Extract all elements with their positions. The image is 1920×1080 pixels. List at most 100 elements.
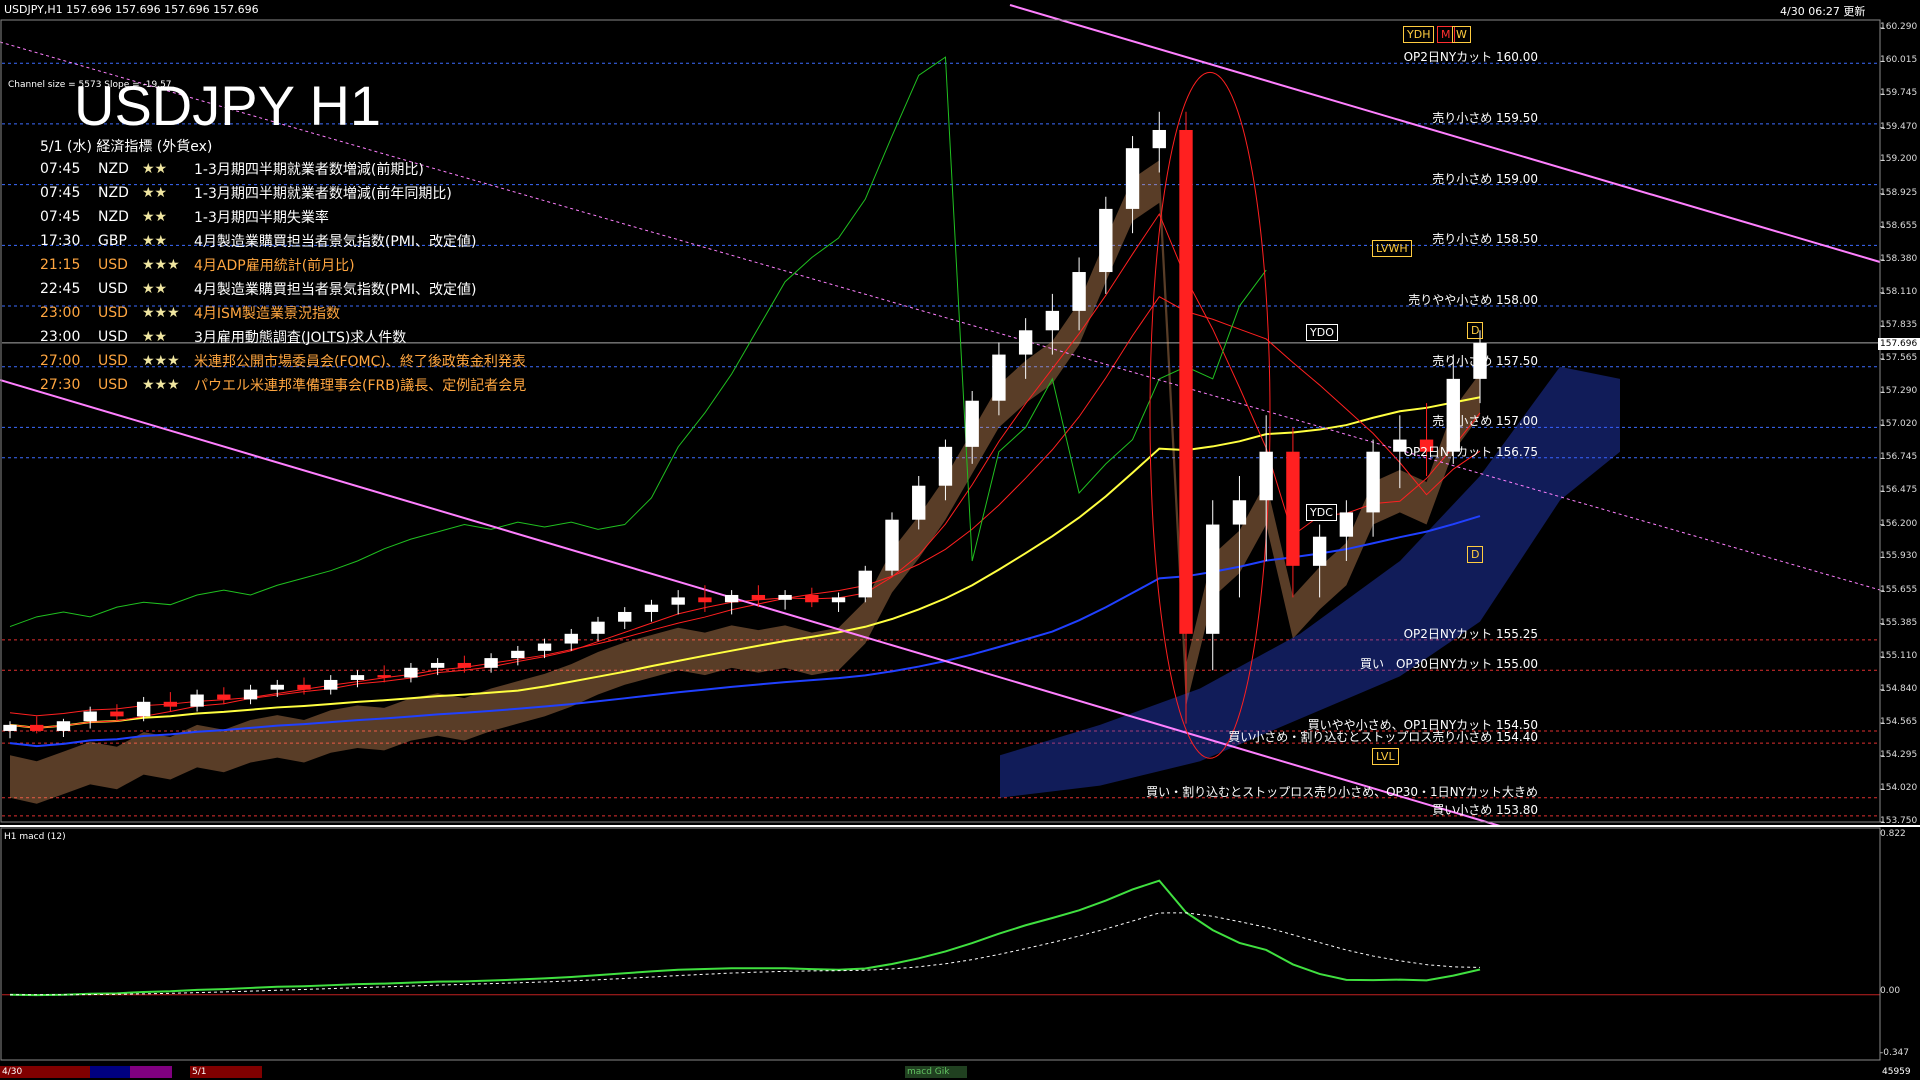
calendar-text: パウエル米連邦準備理事会(FRB)議長、定例記者会見 <box>194 378 527 394</box>
lvwh-tag: LVWH <box>1372 240 1412 257</box>
candle-body <box>217 694 231 700</box>
calendar-stars: ★★ <box>142 185 168 201</box>
candle-body <box>1259 451 1273 501</box>
level-label: 売り小さめ 157.50 <box>1432 353 1538 368</box>
axis-tick-label: 155.930 <box>1880 551 1918 562</box>
axis-tick-label: 160.290 <box>1880 22 1918 32</box>
calendar-stars: ★★ <box>142 233 168 249</box>
candle-body <box>1125 148 1140 209</box>
candle-body <box>537 643 552 651</box>
calendar-stars: ★★★ <box>142 257 180 273</box>
calendar-text: 4月ADP雇用統計(前月比) <box>194 258 355 274</box>
axis-tick-label: 158.655 <box>1880 220 1918 231</box>
macd-tab[interactable]: macd Gik <box>905 1066 967 1078</box>
candle-body <box>324 679 338 690</box>
candle-body <box>297 684 311 690</box>
level-label: 買い OP30日NYカット 155.00 <box>1359 657 1538 672</box>
axis-tick-label: 154.565 <box>1880 717 1918 728</box>
candle-body <box>564 633 578 644</box>
candle-body <box>83 711 97 722</box>
level-label: 買い・割り込むとストップロス売り小さめ、OP30・1日NYカット大きめ <box>1146 784 1538 799</box>
candle-body <box>1179 129 1193 634</box>
macd-line <box>9 879 1481 997</box>
axis-tick-label: 155.110 <box>1880 650 1918 661</box>
calendar-stars: ★★★ <box>142 353 180 369</box>
level-label: 売りやや小さめ 158.00 <box>1408 293 1538 308</box>
calendar-cur: USD <box>98 353 128 369</box>
calendar-time: 27:30 <box>40 377 81 393</box>
candle-body <box>350 675 365 680</box>
candle-body <box>965 400 979 447</box>
calendar-time: 07:45 <box>40 209 81 225</box>
calendar-heading: 5/1 (水) 経済指標 (外貨ex) <box>40 139 213 155</box>
date-segment-2[interactable]: 5/1 <box>190 1066 262 1078</box>
calendar-cur: NZD <box>98 185 129 201</box>
macd-pane <box>2 879 1880 997</box>
axis-tick-label: 158.110 <box>1880 286 1918 297</box>
level-label: OP2日NYカット 160.00 <box>1403 50 1538 65</box>
calendar-text: 1-3月期四半期就業者数増減(前年同期比) <box>194 186 452 202</box>
week-tag: W <box>1452 26 1471 43</box>
axis-tick-label: 154.295 <box>1880 749 1918 760</box>
candle-body <box>404 667 418 678</box>
candle-body <box>992 354 1006 401</box>
calendar-time: 17:30 <box>40 233 81 249</box>
current-price-box: 157.696 <box>1878 338 1920 350</box>
candle-body <box>1072 272 1086 311</box>
axis-tick-label: 158.380 <box>1880 253 1918 264</box>
level-label: 売り小さめ 157.00 <box>1432 414 1538 429</box>
calendar-row: 22:45 USD ★★ 4月製造業購買担当者景気指数(PMI、改定値) <box>40 278 476 300</box>
level-label: 買い小さめ・割り込むとストップロス売り小さめ 154.40 <box>1228 730 1538 745</box>
calendar-stars: ★★★ <box>142 305 180 321</box>
calendar-cur: NZD <box>98 209 129 225</box>
macd-signal-line <box>9 912 1481 996</box>
axis-tick-label: 157.835 <box>1880 320 1918 331</box>
calendar-cur: USD <box>98 281 128 297</box>
axis-tick-label: 159.470 <box>1880 121 1918 132</box>
calendar-time: 22:45 <box>40 281 81 297</box>
candle-body <box>805 594 819 603</box>
level-label: OP2日NYカット 156.75 <box>1403 444 1538 459</box>
ydc-tag: YDC <box>1306 504 1337 521</box>
candle-body <box>243 689 258 700</box>
update-timestamp: 4/30 06:27 更新 <box>1780 5 1866 18</box>
calendar-cur: NZD <box>98 161 129 177</box>
candle-body <box>110 711 124 717</box>
candle-body <box>618 611 632 622</box>
calendar-time: 23:00 <box>40 329 81 345</box>
candle-body <box>163 701 178 707</box>
candle-body <box>1152 129 1166 149</box>
axis-tick-label: 154.840 <box>1880 683 1918 694</box>
axis-tick-label: 156.200 <box>1880 518 1918 529</box>
calendar-row: 27:00 USD ★★★ 米連邦公開市場委員会(FOMC)、終了後政策金利発表 <box>40 350 526 372</box>
macd-pane-border <box>0 827 1881 1061</box>
timeline-bar: 4/30 5/1 macd Gik 45959 <box>0 1064 1920 1080</box>
calendar-row: 07:45 NZD ★★ 1-3月期四半期就業者数増減(前年同期比) <box>40 182 452 204</box>
calendar-text: 3月雇用動態調査(JOLTS)求人件数 <box>194 330 407 346</box>
candle-body <box>30 724 44 731</box>
calendar-stars: ★★ <box>142 209 168 225</box>
calendar-text: 米連邦公開市場委員会(FOMC)、終了後政策金利発表 <box>194 354 526 370</box>
axis-tick-label: 154.020 <box>1880 783 1918 794</box>
axis-tick-label: 155.655 <box>1880 584 1918 595</box>
calendar-cur: USD <box>98 329 128 345</box>
candle-body <box>270 684 284 690</box>
calendar-text: 1-3月期四半期就業者数増減(前期比) <box>194 162 424 178</box>
candle-body <box>430 662 445 668</box>
axis-tick-label: 153.750 <box>1880 816 1918 826</box>
candle-body <box>1286 451 1300 566</box>
calendar-time: 07:45 <box>40 161 81 177</box>
date-segment-1[interactable]: 4/30 <box>0 1066 92 1078</box>
day-tag-upper: D <box>1467 322 1484 339</box>
candle-body <box>858 570 872 598</box>
candle-body <box>1206 524 1220 634</box>
axis-tick-label: 156.745 <box>1880 452 1918 463</box>
calendar-stars: ★★ <box>142 329 168 345</box>
candle-body <box>724 594 739 603</box>
calendar-row: 07:45 NZD ★★ 1-3月期四半期失業率 <box>40 206 329 228</box>
candle-body <box>377 675 391 678</box>
macd-axis-top: 0.822 <box>1880 829 1906 839</box>
calendar-text: 4月ISM製造業景況指数 <box>194 306 341 322</box>
candle-body <box>938 446 953 486</box>
lvl-tag: LVL <box>1372 748 1399 765</box>
